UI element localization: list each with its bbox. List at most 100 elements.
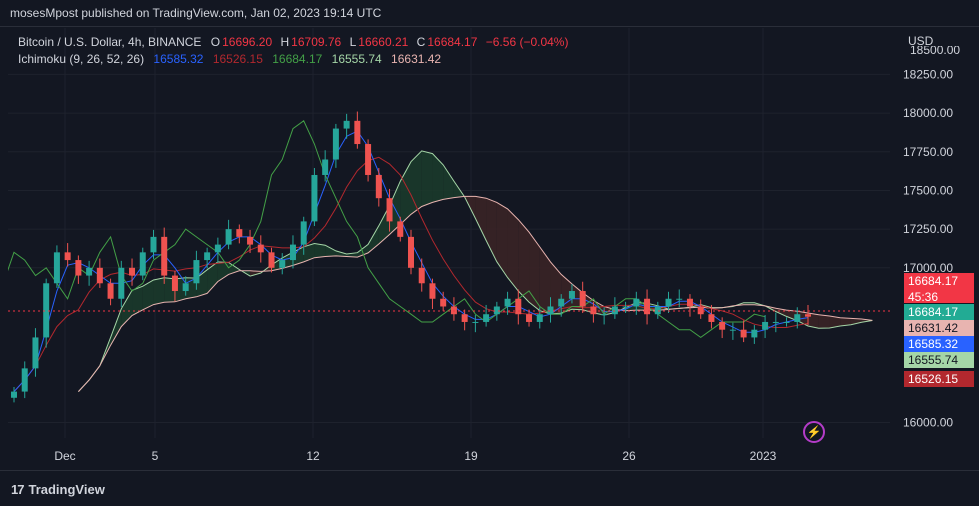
tenkan-price-label: 16585.32 (904, 336, 974, 352)
tradingview-logo[interactable]: 17 TradingView (11, 482, 105, 497)
kijun-value: 16526.15 (212, 52, 263, 66)
candle-body (472, 321, 479, 323)
ichimoku-cloud (432, 153, 444, 203)
chikou-price-label: 16684.17 (904, 304, 974, 320)
candle-body (526, 314, 533, 322)
candle-body (429, 283, 436, 299)
candle-body (783, 321, 790, 323)
span-b-value: 16631.42 (391, 52, 442, 66)
candle-body (751, 329, 758, 338)
candle-body (708, 314, 715, 322)
lightning-bolt-icon[interactable]: ⚡ (803, 421, 825, 443)
candle-body (236, 229, 243, 237)
candle-body (161, 236, 168, 276)
candle-body (450, 306, 457, 315)
candle-body (536, 314, 543, 322)
candle-body (225, 229, 232, 245)
footer: 17 TradingView (0, 470, 979, 506)
symbol-title: Bitcoin / U.S. Dollar, 4h, BINANCE (18, 35, 202, 49)
close-value: 16684.17 (427, 35, 478, 49)
ichimoku-cloud (153, 277, 165, 305)
time-tick-label: 26 (622, 449, 636, 463)
candle-body (611, 306, 618, 315)
candle-body (322, 159, 329, 175)
span-a-price-label: 16555.74 (904, 352, 974, 368)
candle-body (590, 306, 597, 315)
candle-body (354, 120, 361, 145)
candle-body (365, 144, 372, 175)
candle-body (279, 260, 286, 268)
candle-body (43, 283, 50, 338)
candle-body (204, 252, 211, 261)
candle-body (622, 306, 629, 308)
time-tick-label: Dec (54, 449, 75, 463)
candle-body (311, 174, 318, 222)
kijun-price-label: 16526.15 (904, 371, 974, 387)
candle-body (794, 314, 801, 322)
candle-body (64, 252, 71, 261)
candle-body (676, 298, 683, 300)
indicator-legend[interactable]: Ichimoku (9, 26, 52, 26) 16585.32 16526.… (18, 52, 443, 66)
candle-body (21, 368, 28, 392)
candle-body (300, 221, 307, 245)
candle-body (32, 337, 39, 369)
candle-body (257, 244, 264, 253)
candle-body (193, 260, 200, 284)
candle-body (547, 306, 554, 315)
candle-body (440, 298, 447, 307)
candle-body (579, 291, 586, 307)
countdown-value: 45:36 (908, 290, 939, 304)
tenkan-value: 16585.32 (153, 52, 204, 66)
candle-body (729, 329, 736, 331)
ichimoku-cloud (539, 246, 551, 315)
candle-body (386, 198, 393, 222)
candle-body (53, 252, 60, 284)
candle-body (107, 283, 114, 299)
ichimoku-cloud (518, 219, 530, 303)
chikou-line (8, 120, 766, 339)
high-value: 16709.76 (291, 35, 342, 49)
time-tick-label: 12 (306, 449, 320, 463)
candle-body (129, 267, 136, 276)
candle-body (654, 306, 661, 315)
candle-body (375, 174, 382, 199)
candle-body (568, 291, 575, 299)
candle-body (150, 236, 157, 253)
ichimoku-cloud (475, 196, 487, 241)
brand-name: TradingView (28, 482, 105, 497)
candle-body (343, 120, 350, 129)
candle-body (332, 128, 339, 160)
candle-body (515, 298, 522, 315)
ichimoku-cloud (496, 202, 508, 278)
candle-body (214, 244, 221, 253)
candle-body (805, 314, 811, 317)
ichimoku-cloud (325, 245, 336, 257)
grid-layer (8, 28, 890, 438)
candle-body (772, 321, 779, 323)
candle-body (719, 321, 726, 330)
last-price-label: 16684.17 45:36 (904, 273, 974, 304)
span-a-value: 16555.74 (331, 52, 382, 66)
ichimoku-cloud (818, 314, 830, 329)
candle-body (397, 221, 404, 237)
ichimoku-cloud (443, 164, 454, 200)
candle-body (75, 260, 82, 276)
last-price-value: 16684.17 (908, 274, 959, 288)
publish-header-text: mosesMpost published on TradingView.com,… (10, 6, 382, 20)
high-label: H (280, 35, 290, 49)
candle-body (461, 314, 468, 322)
chart-svg[interactable]: 18250.0018000.0017750.0017500.0017250.00… (8, 28, 979, 469)
candle-body (601, 314, 608, 316)
candle-body (762, 321, 769, 330)
candle-body (96, 267, 103, 284)
candle-body (633, 298, 640, 307)
candle-body (408, 236, 414, 268)
chart-area[interactable]: 18250.00 18000.00 17750.00 17500.00 17250.00… (8, 28, 979, 469)
candle-body (493, 306, 500, 315)
candle-body (740, 329, 747, 338)
symbol-legend[interactable]: Bitcoin / U.S. Dollar, 4h, BINANCE O 1669… (18, 35, 570, 49)
low-label: L (349, 35, 357, 49)
candle-body (289, 244, 296, 261)
price-labels: 16684.17 45:36 16684.17 16631.42 16585.3… (904, 28, 979, 469)
open-value: 16696.20 (222, 35, 273, 49)
